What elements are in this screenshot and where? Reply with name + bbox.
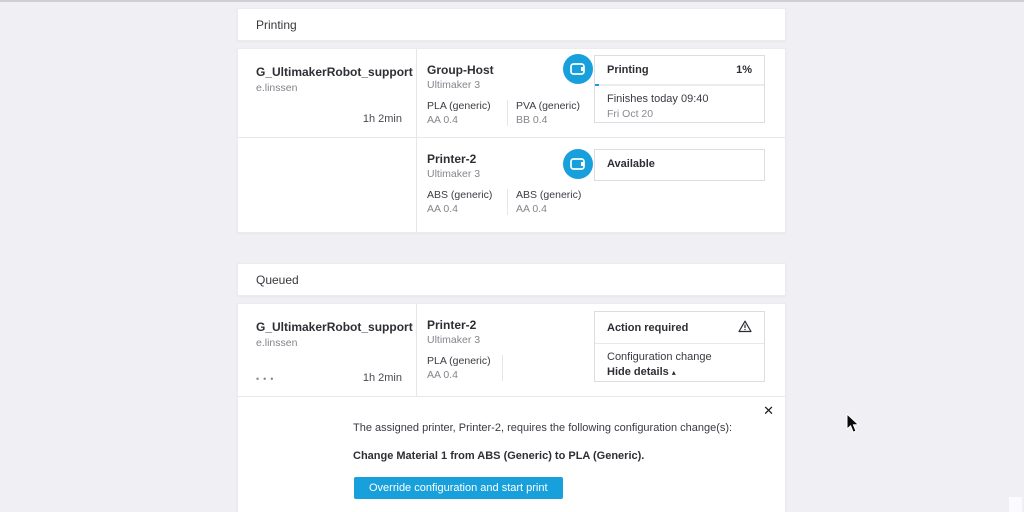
status-label: Action required <box>607 321 689 334</box>
print-core: BB 0.4 <box>516 114 548 126</box>
printing-row-printer-2: Printer-2 Ultimaker 3 ABS (generic) AA 0… <box>238 138 785 232</box>
progress-percent: 1% <box>736 64 752 76</box>
materials-list: PLA (generic) AA 0.4 PVA (generic) BB 0.… <box>427 100 595 126</box>
status-details: Configuration change Hide details ▴ <box>595 344 764 378</box>
close-icon[interactable]: ✕ <box>763 404 774 417</box>
configuration-change-label: Configuration change <box>607 351 712 363</box>
job-owner: e.linssen <box>256 337 298 349</box>
job-info-cell-empty <box>238 138 417 232</box>
job-duration: 1h 2min <box>362 372 402 384</box>
status-header: Available <box>595 150 764 178</box>
printing-section-title: Printing <box>256 17 297 32</box>
material-slot-2: ABS (generic) AA 0.4 <box>507 189 595 215</box>
printer-info-cell: Printer-2 Ultimaker 3 PLA (generic) AA 0… <box>417 304 595 396</box>
printer-name: Printer-2 <box>427 318 477 332</box>
progress-bar <box>595 84 764 86</box>
queued-section-title: Queued <box>256 272 299 287</box>
warning-icon <box>738 320 752 336</box>
finish-date: Fri Oct 20 <box>607 108 654 120</box>
print-core: AA 0.4 <box>427 369 458 381</box>
material-name: ABS (generic) <box>516 189 582 201</box>
queued-row: G_UltimakerRobot_support e.linssen ••• 1… <box>238 304 785 396</box>
queued-card: G_UltimakerRobot_support e.linssen ••• 1… <box>237 303 786 512</box>
material-name: PLA (generic) <box>427 100 491 112</box>
status-header: Action required <box>595 312 764 344</box>
job-duration: 1h 2min <box>362 113 402 125</box>
material-name: PVA (generic) <box>516 100 580 112</box>
printer-status-box: Available <box>594 149 765 181</box>
printing-section-header: Printing <box>237 8 786 41</box>
override-configuration-button[interactable]: Override configuration and start print <box>354 477 563 499</box>
finish-time: Finishes today 09:40 <box>607 93 709 105</box>
window-top-edge <box>0 0 1024 2</box>
job-info-cell: G_UltimakerRobot_support e.linssen ••• 1… <box>238 304 417 396</box>
material-slot-2: PVA (generic) BB 0.4 <box>507 100 595 126</box>
mouse-cursor <box>846 412 862 440</box>
job-name: G_UltimakerRobot_support <box>256 320 413 334</box>
queue-content-column: Printing G_UltimakerRobot_support e.lins… <box>237 8 786 512</box>
job-overflow-menu-icon[interactable]: ••• <box>256 374 277 384</box>
material-change-instruction: Change Material 1 from ABS (Generic) to … <box>353 450 645 462</box>
material-name: PLA (generic) <box>427 355 491 367</box>
material-slot-1: ABS (generic) AA 0.4 <box>427 189 507 215</box>
material-slot-1: PLA (generic) AA 0.4 <box>427 355 503 381</box>
printer-status-box: Printing 1% Finishes today 09:40 Fri Oct… <box>594 55 765 123</box>
print-core: AA 0.4 <box>427 203 458 215</box>
job-info-cell: G_UltimakerRobot_support e.linssen 1h 2m… <box>238 49 417 137</box>
print-core: AA 0.4 <box>516 203 547 215</box>
action-required-box: Action required Configuration change Hid… <box>594 311 765 382</box>
status-label: Printing <box>607 64 649 76</box>
printing-card: G_UltimakerRobot_support e.linssen 1h 2m… <box>237 48 786 233</box>
material-slot-1: PLA (generic) AA 0.4 <box>427 100 507 126</box>
cura-connect-monitor-page: Printing G_UltimakerRobot_support e.lins… <box>0 0 1024 512</box>
configuration-change-message: The assigned printer, Printer-2, require… <box>353 422 733 434</box>
chevron-up-icon: ▴ <box>671 368 676 377</box>
job-owner: e.linssen <box>256 82 298 94</box>
print-core: AA 0.4 <box>427 114 458 126</box>
scrollbar-corner <box>1009 497 1022 512</box>
printer-icon <box>563 149 593 179</box>
configuration-change-details-panel: ✕ The assigned printer, Printer-2, requi… <box>238 396 785 512</box>
status-label: Available <box>607 158 655 170</box>
printer-icon <box>563 54 593 84</box>
material-name: ABS (generic) <box>427 189 493 201</box>
status-header: Printing 1% <box>595 56 764 84</box>
queued-section-header: Queued <box>237 263 786 296</box>
materials-list: ABS (generic) AA 0.4 ABS (generic) AA 0.… <box>427 189 595 215</box>
materials-list: PLA (generic) AA 0.4 <box>427 355 595 381</box>
printer-model: Ultimaker 3 <box>427 334 481 346</box>
printing-row-group-host: G_UltimakerRobot_support e.linssen 1h 2m… <box>238 49 785 138</box>
status-details: Finishes today 09:40 Fri Oct 20 <box>595 86 764 120</box>
progress-bar-fill <box>595 84 599 86</box>
hide-details-toggle[interactable]: Hide details ▴ <box>607 366 752 378</box>
job-name: G_UltimakerRobot_support <box>256 65 413 79</box>
